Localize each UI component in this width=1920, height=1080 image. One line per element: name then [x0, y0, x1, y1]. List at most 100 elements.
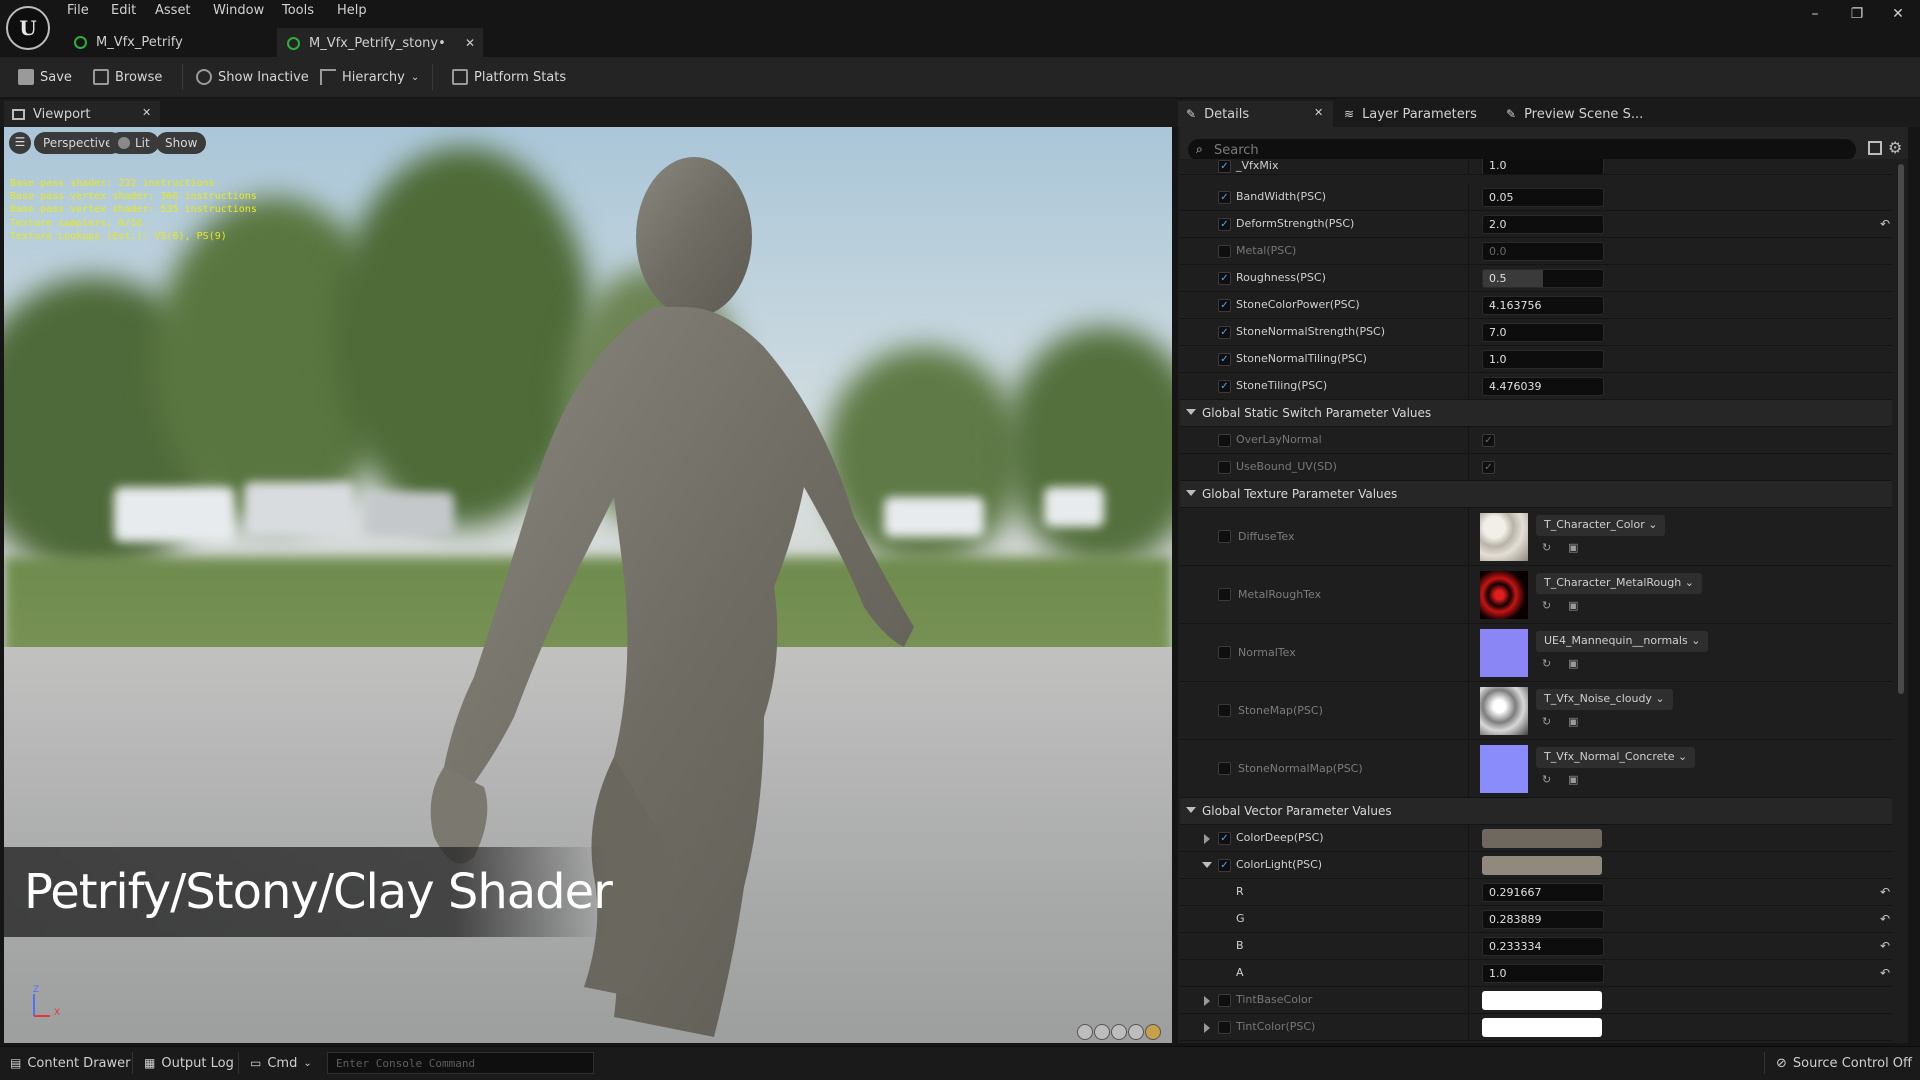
viewport-menu-icon[interactable]: ☰	[9, 132, 31, 154]
menu-tools[interactable]: Tools	[278, 3, 318, 18]
section-vector[interactable]: Global Vector Parameter Values	[1180, 798, 1892, 825]
close-tab-icon[interactable]: ✕	[465, 36, 475, 50]
param-row[interactable]: ✓ Roughness(PSC) 0.5	[1180, 265, 1892, 292]
platform-stats-button[interactable]: Platform Stats	[452, 57, 566, 97]
menu-edit[interactable]: Edit	[107, 3, 140, 18]
cylinder-icon[interactable]	[1077, 1024, 1093, 1040]
menu-window[interactable]: Window	[209, 3, 268, 18]
texture-asset-dropdown[interactable]: T_Vfx_Noise_cloudy ⌄	[1536, 689, 1673, 710]
vector-param-row[interactable]: TintColor(PSC)	[1180, 1014, 1892, 1041]
doc-tab-petrify-stony[interactable]: M_Vfx_Petrify_stony• ✕	[277, 28, 483, 57]
texture-thumbnail[interactable]	[1480, 745, 1528, 793]
channel-value-field[interactable]: 0.233334	[1482, 937, 1604, 956]
doc-tab-petrify[interactable]: M_Vfx_Petrify	[64, 28, 274, 57]
menu-help[interactable]: Help	[333, 3, 371, 18]
override-checkbox[interactable]: ✓	[1218, 160, 1231, 173]
channel-value-field[interactable]: 1.0	[1482, 964, 1604, 983]
tab-viewport[interactable]: Viewport ✕	[4, 101, 160, 127]
override-checkbox[interactable]	[1218, 762, 1231, 775]
param-slider-field[interactable]: 0.5	[1482, 269, 1604, 288]
close-tab-icon[interactable]: ✕	[142, 106, 151, 119]
reset-to-default-icon[interactable]: ↶	[1880, 885, 1890, 899]
override-checkbox[interactable]: ✓	[1218, 299, 1231, 312]
color-channel-row[interactable]: G 0.283889 ↶	[1180, 906, 1892, 933]
override-checkbox[interactable]	[1218, 245, 1231, 258]
plane-icon[interactable]	[1111, 1024, 1127, 1040]
override-checkbox[interactable]	[1218, 530, 1231, 543]
browse-folder-icon[interactable]: ▣	[1568, 715, 1582, 729]
vector-param-row[interactable]: ✓ ColorDeep(PSC)	[1180, 825, 1892, 852]
cmd-dropdown[interactable]: ▭ Cmd ⌄	[250, 1046, 312, 1080]
color-swatch[interactable]	[1482, 856, 1602, 875]
reset-icon[interactable]: ↻	[1542, 657, 1556, 671]
teapot-icon[interactable]	[1145, 1024, 1161, 1040]
section-texture[interactable]: Global Texture Parameter Values	[1180, 481, 1892, 508]
texture-thumbnail[interactable]	[1480, 513, 1528, 561]
reset-icon[interactable]: ↻	[1542, 599, 1556, 613]
search-input[interactable]: ⌕ Search	[1188, 139, 1856, 161]
color-channel-row[interactable]: R 0.291667 ↶	[1180, 879, 1892, 906]
param-value-field[interactable]: 1.0	[1482, 350, 1604, 369]
override-checkbox[interactable]	[1218, 1021, 1231, 1034]
close-window-button[interactable]: ✕	[1884, 6, 1912, 28]
texture-row[interactable]: StoneNormalMap(PSC) T_Vfx_Normal_Concret…	[1180, 740, 1892, 798]
param-value-field[interactable]: 0.05	[1482, 188, 1604, 207]
reset-icon[interactable]: ↻	[1542, 541, 1556, 555]
browse-button[interactable]: Browse	[93, 57, 162, 97]
color-channel-row[interactable]: B 0.233334 ↶	[1180, 933, 1892, 960]
console-command-input[interactable]: Enter Console Command	[327, 1052, 594, 1074]
param-row[interactable]: ✓ StoneColorPower(PSC) 4.163756	[1180, 292, 1892, 319]
details-scrollbar[interactable]	[1898, 164, 1904, 694]
viewport[interactable]: ☰ Perspective Lit Show Base pass shader:…	[4, 127, 1172, 1043]
lit-button[interactable]: Lit	[109, 132, 159, 154]
vector-param-row[interactable]: ✓ ColorLight(PSC)	[1180, 852, 1892, 879]
content-drawer-button[interactable]: ▤ Content Drawer	[10, 1046, 130, 1080]
texture-thumbnail[interactable]	[1480, 629, 1528, 677]
browse-folder-icon[interactable]: ▣	[1568, 657, 1582, 671]
override-checkbox[interactable]: ✓	[1218, 218, 1231, 231]
browse-folder-icon[interactable]: ▣	[1568, 773, 1582, 787]
color-swatch[interactable]	[1482, 829, 1602, 848]
override-checkbox[interactable]	[1218, 646, 1231, 659]
sphere-icon[interactable]	[1094, 1024, 1110, 1040]
param-value-field[interactable]: 2.0	[1482, 215, 1604, 234]
param-row[interactable]: ✓ DeformStrength(PSC) 2.0 ↶	[1180, 211, 1892, 238]
param-row[interactable]: Metal(PSC) 0.0	[1180, 238, 1892, 265]
override-checkbox[interactable]: ✓	[1218, 326, 1231, 339]
param-row[interactable]: ✓ StoneNormalStrength(PSC) 7.0	[1180, 319, 1892, 346]
texture-row[interactable]: StoneMap(PSC) T_Vfx_Noise_cloudy ⌄ ↻ ▣	[1180, 682, 1892, 740]
reset-icon[interactable]: ↻	[1542, 715, 1556, 729]
param-value-field[interactable]: 7.0	[1482, 323, 1604, 342]
switch-value-checkbox[interactable]: ✓	[1482, 434, 1495, 447]
reset-icon[interactable]: ↻	[1542, 773, 1556, 787]
override-checkbox[interactable]: ✓	[1218, 380, 1231, 393]
texture-thumbnail[interactable]	[1480, 571, 1528, 619]
reset-to-default-icon[interactable]: ↶	[1880, 966, 1890, 980]
texture-row[interactable]: MetalRoughTex T_Character_MetalRough ⌄ ↻…	[1180, 566, 1892, 624]
override-checkbox[interactable]	[1218, 588, 1231, 601]
tab-layer-parameters[interactable]: ≋ Layer Parameters	[1336, 101, 1496, 127]
browse-folder-icon[interactable]: ▣	[1568, 541, 1582, 555]
tab-preview-scene-settings[interactable]: ✎ Preview Scene S...	[1498, 101, 1668, 127]
channel-value-field[interactable]: 0.283889	[1482, 910, 1604, 929]
browse-folder-icon[interactable]: ▣	[1568, 599, 1582, 613]
param-value-field[interactable]: 0.0	[1482, 242, 1604, 261]
settings-gear-icon[interactable]: ⚙	[1888, 138, 1902, 157]
section-static-switch[interactable]: Global Static Switch Parameter Values	[1180, 400, 1892, 427]
reset-to-default-icon[interactable]: ↶	[1880, 217, 1890, 231]
override-checkbox[interactable]: ✓	[1218, 272, 1231, 285]
expand-arrow-icon[interactable]	[1204, 1023, 1210, 1033]
unreal-logo-icon[interactable]: U	[6, 6, 50, 50]
param-value-field[interactable]: 1.0	[1482, 159, 1604, 174]
texture-thumbnail[interactable]	[1480, 687, 1528, 735]
param-row[interactable]: ✓ StoneTiling(PSC) 4.476039	[1180, 373, 1892, 400]
texture-row[interactable]: NormalTex UE4_Mannequin__normals ⌄ ↻ ▣	[1180, 624, 1892, 682]
menu-asset[interactable]: Asset	[151, 3, 195, 18]
texture-asset-dropdown[interactable]: T_Character_MetalRough ⌄	[1536, 573, 1702, 594]
override-checkbox[interactable]: ✓	[1218, 832, 1231, 845]
param-row[interactable]: OverLayNormal ✓	[1180, 427, 1892, 454]
param-value-field[interactable]: 4.163756	[1482, 296, 1604, 315]
tab-details[interactable]: ✎ Details ✕	[1178, 101, 1333, 127]
expand-arrow-icon[interactable]	[1204, 996, 1210, 1006]
color-channel-row[interactable]: A 1.0 ↶	[1180, 960, 1892, 987]
